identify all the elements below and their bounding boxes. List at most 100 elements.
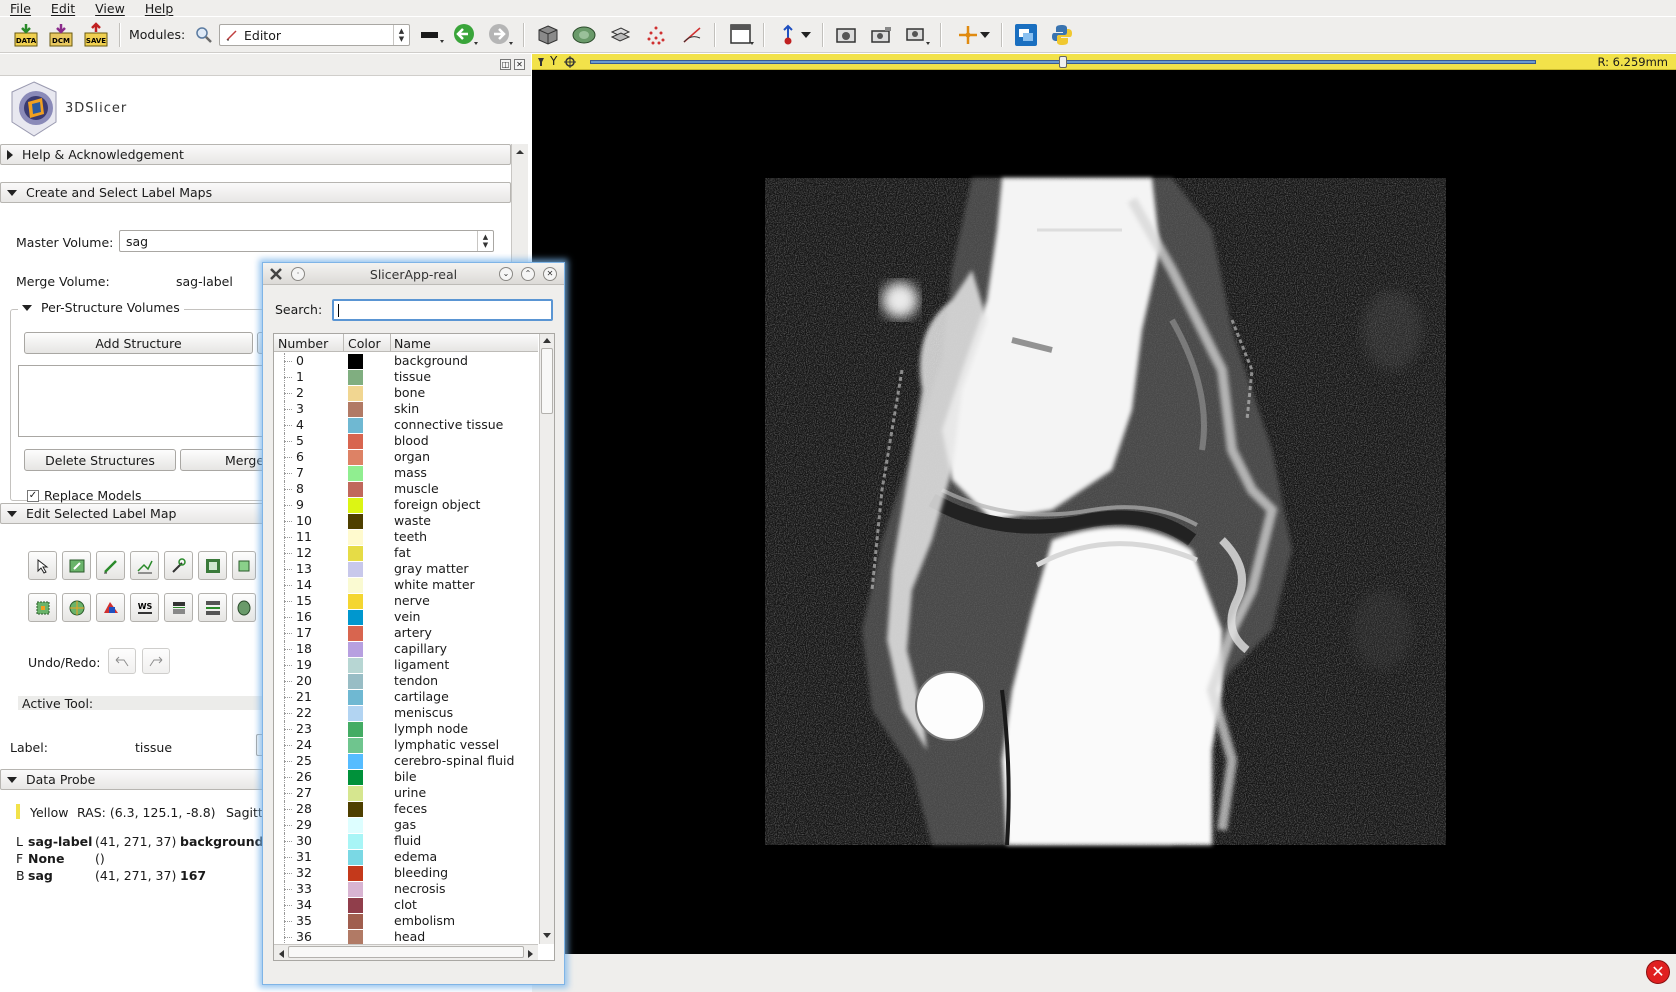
redo-button[interactable] bbox=[142, 648, 170, 674]
color-table-row[interactable]: 25 cerebro-spinal fluid bbox=[274, 753, 538, 769]
tool-erode[interactable] bbox=[28, 593, 57, 622]
color-table-row[interactable]: 34 clot bbox=[274, 897, 538, 913]
color-table-row[interactable]: 7 mass bbox=[274, 465, 538, 481]
delete-structures-button[interactable]: Delete Structures bbox=[24, 449, 176, 471]
dialog-minimize-button[interactable]: ⌄ bbox=[499, 267, 513, 281]
color-table-row[interactable]: 17 artery bbox=[274, 625, 538, 641]
menu-view[interactable]: View bbox=[85, 1, 135, 16]
color-table-row[interactable]: 16 vein bbox=[274, 609, 538, 625]
tool-image-stats[interactable] bbox=[198, 551, 227, 580]
color-table-row[interactable]: 29 gas bbox=[274, 817, 538, 833]
pin-icon[interactable] bbox=[536, 56, 546, 68]
color-table-row[interactable]: 8 muscle bbox=[274, 481, 538, 497]
merge-button[interactable]: Merge bbox=[180, 449, 270, 471]
save-button[interactable]: SAVE bbox=[82, 22, 110, 48]
column-color[interactable]: Color bbox=[348, 336, 381, 351]
color-table-row[interactable]: 35 embolism bbox=[274, 913, 538, 929]
dialog-maximize-button[interactable]: ⌃ bbox=[521, 267, 535, 281]
color-table-row[interactable]: 26 bile bbox=[274, 769, 538, 785]
scene-snapshot-button[interactable] bbox=[868, 22, 896, 48]
tool-watershed[interactable]: WS bbox=[130, 593, 159, 622]
volumes-button[interactable] bbox=[570, 22, 598, 48]
error-log-button[interactable]: ✕ bbox=[1646, 960, 1670, 984]
color-table-row[interactable]: 22 meniscus bbox=[274, 705, 538, 721]
color-table-row[interactable]: 6 organ bbox=[274, 449, 538, 465]
color-table-row[interactable]: 1 tissue bbox=[274, 369, 538, 385]
load-dicom-button[interactable]: DCM bbox=[47, 22, 75, 48]
undock-icon[interactable]: ◫ bbox=[500, 59, 511, 70]
color-table-row[interactable]: 18 capillary bbox=[274, 641, 538, 657]
color-table-row[interactable]: 20 tendon bbox=[274, 673, 538, 689]
table-vertical-scrollbar[interactable] bbox=[539, 334, 554, 944]
color-table-row[interactable]: 9 foreign object bbox=[274, 497, 538, 513]
color-table-row[interactable]: 12 fat bbox=[274, 545, 538, 561]
master-volume-select[interactable]: sag ▲ ▼ bbox=[119, 230, 494, 252]
color-search-input[interactable] bbox=[332, 299, 553, 321]
close-icon[interactable]: ✕ bbox=[514, 59, 525, 70]
column-name[interactable]: Name bbox=[394, 336, 431, 351]
color-table-row[interactable]: 11 teeth bbox=[274, 529, 538, 545]
tool-paint[interactable] bbox=[96, 551, 125, 580]
layout-button[interactable] bbox=[728, 22, 756, 48]
tool-threshold[interactable] bbox=[164, 593, 193, 622]
tool-draw[interactable] bbox=[130, 551, 159, 580]
color-table-row[interactable]: 23 lymph node bbox=[274, 721, 538, 737]
color-table-row[interactable]: 14 white matter bbox=[274, 577, 538, 593]
add-structure-button[interactable]: Add Structure bbox=[24, 332, 253, 354]
section-help[interactable]: Help & Acknowledgement bbox=[0, 144, 511, 165]
load-data-button[interactable]: DATA bbox=[12, 22, 40, 48]
color-table-row[interactable]: 5 blood bbox=[274, 433, 538, 449]
back-button[interactable] bbox=[452, 22, 480, 48]
color-table-row[interactable]: 28 feces bbox=[274, 801, 538, 817]
extension-manager-button[interactable] bbox=[1012, 22, 1040, 48]
color-table-row[interactable]: 21 cartilage bbox=[274, 689, 538, 705]
dialog-close-button[interactable]: ✕ bbox=[543, 267, 557, 281]
color-table-row[interactable]: 24 lymphatic vessel bbox=[274, 737, 538, 753]
color-table-row[interactable]: 4 connective tissue bbox=[274, 417, 538, 433]
section-create-label-maps[interactable]: Create and Select Label Maps bbox=[0, 182, 511, 203]
color-table-row[interactable]: 27 urine bbox=[274, 785, 538, 801]
module-search-button[interactable] bbox=[190, 22, 218, 48]
tool-change-label[interactable] bbox=[62, 551, 91, 580]
forward-button[interactable] bbox=[487, 22, 515, 48]
replace-models-checkbox[interactable]: ✓ bbox=[27, 490, 39, 502]
tool-change-island[interactable] bbox=[96, 593, 125, 622]
slice-slider-handle[interactable] bbox=[1059, 56, 1067, 68]
color-table-row[interactable]: 2 bone bbox=[274, 385, 538, 401]
tool-level-tracing[interactable] bbox=[164, 551, 193, 580]
tool-make-model[interactable] bbox=[198, 593, 227, 622]
color-table-row[interactable]: 0 background bbox=[274, 353, 538, 369]
scene-restore-button[interactable] bbox=[904, 22, 932, 48]
color-table-row[interactable]: 15 nerve bbox=[274, 593, 538, 609]
mouse-mode-dropdown[interactable] bbox=[799, 22, 813, 48]
ruler-button[interactable] bbox=[678, 22, 706, 48]
scrollbar-thumb-horizontal[interactable] bbox=[288, 946, 524, 958]
color-table[interactable]: Number Color Name 0 background 1 tissue 2 bon… bbox=[273, 333, 555, 961]
scrollbar-thumb[interactable] bbox=[541, 348, 553, 414]
menu-edit[interactable]: Edit bbox=[41, 1, 85, 16]
menu-file[interactable]: File bbox=[0, 1, 41, 16]
color-table-row[interactable]: 13 gray matter bbox=[274, 561, 538, 577]
fiducials-button[interactable] bbox=[642, 22, 670, 48]
color-table-row[interactable]: 31 edema bbox=[274, 849, 538, 865]
color-table-row[interactable]: 33 necrosis bbox=[274, 881, 538, 897]
color-table-row[interactable]: 32 bleeding bbox=[274, 865, 538, 881]
transforms-button[interactable] bbox=[606, 22, 634, 48]
column-number[interactable]: Number bbox=[278, 336, 328, 351]
color-table-row[interactable]: 36 head bbox=[274, 929, 538, 945]
per-structure-header[interactable]: Per-Structure Volumes bbox=[18, 300, 184, 315]
color-table-row[interactable]: 10 waste bbox=[274, 513, 538, 529]
tool-default[interactable] bbox=[28, 551, 57, 580]
menu-help[interactable]: Help bbox=[135, 1, 184, 16]
crosshair-dropdown[interactable] bbox=[978, 22, 992, 48]
table-horizontal-scrollbar[interactable] bbox=[274, 944, 538, 960]
python-console-button[interactable] bbox=[1048, 22, 1076, 48]
structures-list[interactable] bbox=[18, 365, 270, 437]
tool-dilate[interactable] bbox=[62, 593, 91, 622]
undo-button[interactable] bbox=[108, 648, 136, 674]
slice-view-yellow[interactable] bbox=[532, 70, 1676, 954]
color-table-row[interactable]: 3 skin bbox=[274, 401, 538, 417]
models-button[interactable] bbox=[534, 22, 562, 48]
tool-grow-cut[interactable] bbox=[232, 593, 256, 622]
module-selector[interactable]: Editor ▲ ▼ bbox=[219, 24, 410, 46]
